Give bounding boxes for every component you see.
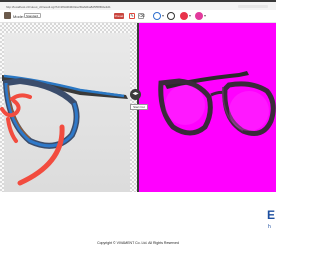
mode-select[interactable]: Standard xyxy=(24,13,41,18)
eraser-tool-button[interactable]: ⌫ xyxy=(138,13,145,19)
brand-logo-sub: h xyxy=(268,224,271,230)
source-canvas[interactable] xyxy=(0,23,137,192)
chevron-down-icon[interactable]: ▾ xyxy=(189,13,191,18)
background-color-button[interactable] xyxy=(195,12,203,20)
chevron-down-icon[interactable]: ▾ xyxy=(204,13,206,18)
drag-handle-icon: ◂▸ xyxy=(132,91,139,97)
address-bar[interactable]: http://localhost.cf/cutout_cli/result.cg… xyxy=(0,2,276,10)
page-footer xyxy=(0,192,276,260)
chevron-down-icon[interactable]: ▾ xyxy=(162,13,164,18)
preset-button[interactable]: Preset xyxy=(114,13,124,19)
pen-icon: ✎ xyxy=(130,13,134,18)
keep-brush-button[interactable] xyxy=(153,12,161,20)
image-thumbnail[interactable] xyxy=(4,12,11,19)
mode-label: Mode: xyxy=(13,14,25,19)
window-controls[interactable] xyxy=(238,5,268,8)
remove-brush-button[interactable] xyxy=(180,12,188,20)
app-window: http://localhost.cf/cutout_cli/result.cg… xyxy=(0,0,276,260)
pen-tool-button[interactable]: ✎ xyxy=(129,13,135,19)
copyright-text: Copyright © VIVAMENT Co. Ltd. All Rights… xyxy=(97,241,179,245)
brand-logo[interactable]: E xyxy=(267,208,275,222)
eraser-icon: ⌫ xyxy=(139,13,145,18)
cutout-result-image xyxy=(158,71,276,136)
editor-toolbar: Mode: Standard Preset ✎ ⌫ ▾ ▾ ▾ xyxy=(0,10,276,23)
page-url: http://localhost.cf/cutout_cli/result.cg… xyxy=(6,5,111,9)
glasses-image xyxy=(0,74,128,186)
start-cut-button[interactable]: Start Cut xyxy=(130,104,148,110)
result-canvas[interactable] xyxy=(139,23,276,192)
neutral-brush-button[interactable] xyxy=(167,12,175,20)
compare-handle[interactable]: ◂▸ xyxy=(130,89,141,100)
